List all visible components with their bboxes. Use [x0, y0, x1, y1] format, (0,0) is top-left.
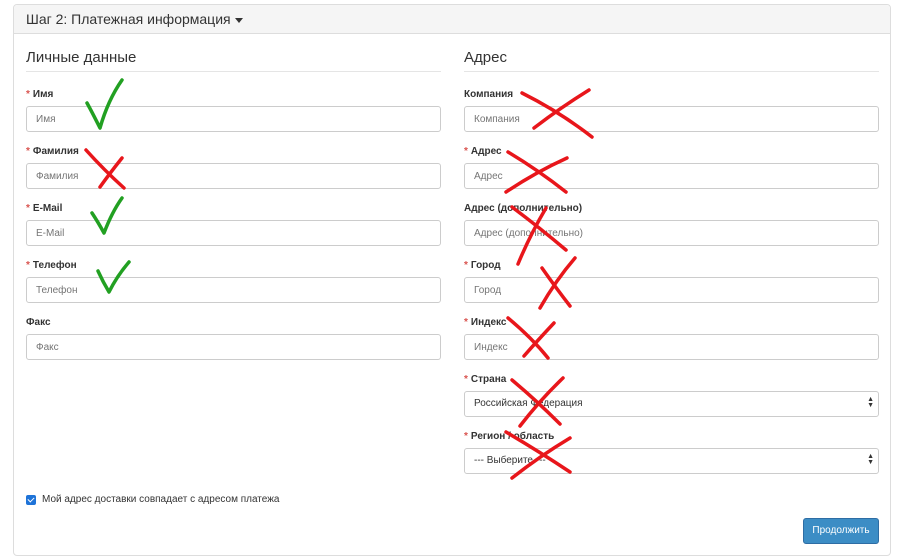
required-star: *: [464, 317, 468, 328]
address-legend: Адрес: [464, 49, 879, 72]
required-star: *: [464, 260, 468, 271]
required-star: *: [26, 260, 30, 271]
country-select[interactable]: Российская Федерация ▲ ▼: [464, 391, 879, 417]
phone-input[interactable]: [26, 277, 441, 303]
select-arrows-icon: ▲ ▼: [867, 453, 874, 466]
personal-legend: Личные данные: [26, 49, 441, 72]
address1-label: * Адрес: [464, 146, 502, 157]
required-star: *: [464, 146, 468, 157]
region-label: * Регион / область: [464, 431, 555, 442]
fax-label: Факс: [26, 317, 51, 328]
email-label: * E-Mail: [26, 203, 63, 214]
city-label: * Город: [464, 260, 501, 271]
country-label: * Страна: [464, 374, 507, 385]
address2-input[interactable]: [464, 220, 879, 246]
email-input[interactable]: [26, 220, 441, 246]
select-arrows-icon: ▲ ▼: [867, 396, 874, 409]
company-input[interactable]: [464, 106, 879, 132]
panel-title[interactable]: Шаг 2: Платежная информация: [26, 11, 231, 27]
region-selected-value: --- Выберите ---: [474, 455, 546, 466]
postcode-input[interactable]: [464, 334, 879, 360]
lastname-label: * Фамилия: [26, 146, 79, 157]
phone-label: * Телефон: [26, 260, 77, 271]
firstname-input[interactable]: [26, 106, 441, 132]
caret-down-icon[interactable]: [234, 17, 243, 23]
fax-input[interactable]: [26, 334, 441, 360]
postcode-label: * Индекс: [464, 317, 507, 328]
lastname-input[interactable]: [26, 163, 441, 189]
address1-input[interactable]: [464, 163, 879, 189]
required-star: *: [464, 431, 468, 442]
required-star: *: [464, 374, 468, 385]
required-star: *: [26, 89, 30, 100]
city-input[interactable]: [464, 277, 879, 303]
shipping-same-checkbox[interactable]: [26, 495, 36, 505]
address2-label: Адрес (дополнительно): [464, 203, 583, 214]
panel-heading[interactable]: Шаг 2: Платежная информация: [14, 5, 890, 34]
shipping-same-label[interactable]: Мой адрес доставки совпадает с адресом п…: [42, 494, 279, 505]
continue-button[interactable]: Продолжить: [803, 518, 879, 544]
country-selected-value: Российская Федерация: [474, 398, 583, 409]
region-select[interactable]: --- Выберите --- ▲ ▼: [464, 448, 879, 474]
company-label: Компания: [464, 89, 514, 100]
firstname-label: * Имя: [26, 89, 54, 100]
required-star: *: [26, 203, 30, 214]
required-star: *: [26, 146, 30, 157]
